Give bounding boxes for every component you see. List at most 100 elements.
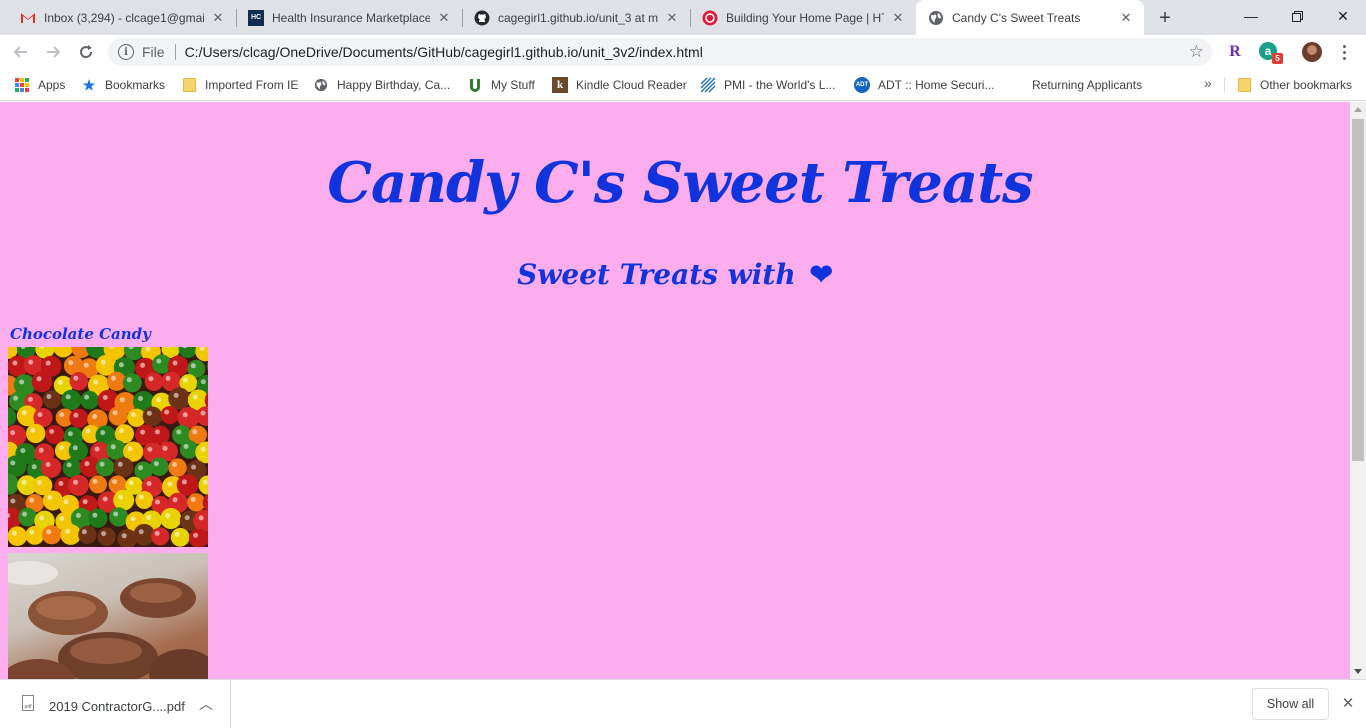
show-all-button[interactable]: Show all bbox=[1252, 688, 1329, 720]
menu-icon[interactable] bbox=[1336, 40, 1352, 64]
back-button[interactable] bbox=[9, 40, 33, 64]
bookmark-kindle[interactable]: k Kindle Cloud Reader bbox=[552, 75, 687, 95]
candy-highlight bbox=[200, 410, 206, 416]
address-divider bbox=[174, 44, 176, 60]
close-icon[interactable]: ✕ bbox=[436, 10, 452, 26]
minimize-button[interactable]: — bbox=[1228, 0, 1274, 32]
download-item[interactable]: pdf 2019 ContractorG....pdf ︿ bbox=[0, 680, 231, 728]
candy-highlight bbox=[172, 360, 178, 366]
profile-avatar[interactable] bbox=[1302, 42, 1322, 62]
bookmark-label: PMI - the World's L... bbox=[724, 78, 836, 92]
bookmark-bookmarks[interactable]: ★ Bookmarks bbox=[81, 75, 165, 95]
candy-highlight bbox=[12, 360, 18, 366]
candy-piece bbox=[142, 406, 163, 427]
chevron-up-icon[interactable]: ︿ bbox=[199, 694, 213, 714]
page-subtitle: Sweet Treats with ❤ bbox=[0, 258, 1350, 291]
tab-course[interactable]: Building Your Home Page | HTML ✕ bbox=[690, 0, 916, 35]
candy-piece bbox=[151, 425, 170, 445]
candy-highlight bbox=[153, 461, 159, 467]
address-url[interactable]: C:/Users/clcag/OneDrive/Documents/GitHub… bbox=[185, 44, 703, 60]
candy-highlight bbox=[131, 412, 136, 418]
candy-highlight bbox=[29, 497, 35, 503]
vertical-scrollbar[interactable] bbox=[1350, 102, 1366, 679]
candy-highlight bbox=[182, 412, 188, 418]
extension-a-icon[interactable]: a 5 bbox=[1259, 42, 1283, 64]
bookmark-adt[interactable]: ADT ADT :: Home Securi... bbox=[854, 75, 994, 95]
candy-highlight bbox=[101, 531, 107, 537]
forward-button[interactable] bbox=[41, 40, 65, 64]
candy-highlight bbox=[45, 462, 51, 467]
candy-highlight bbox=[172, 462, 178, 468]
candy-highlight bbox=[154, 530, 160, 536]
candy-piece bbox=[168, 458, 187, 477]
candy-highlight bbox=[29, 529, 35, 535]
tab-gmail[interactable]: Inbox (3,294) - clcage1@gmail.com ✕ bbox=[8, 0, 236, 35]
candy-highlight bbox=[121, 533, 127, 539]
more-bookmarks-icon[interactable]: » bbox=[1204, 75, 1212, 91]
candy-highlight bbox=[57, 379, 63, 385]
bookmark-label: Bookmarks bbox=[105, 78, 166, 92]
candy-piece bbox=[89, 475, 107, 494]
candy-piece bbox=[78, 525, 97, 544]
info-icon[interactable]: i bbox=[118, 44, 134, 60]
bookmark-returning-applicants[interactable]: Returning Applicants bbox=[1032, 75, 1142, 95]
candy-highlight bbox=[127, 446, 133, 452]
tab-title: Inbox (3,294) - clcage1@gmail.com bbox=[44, 10, 204, 25]
candy-highlight bbox=[22, 511, 27, 517]
candy-highlight bbox=[176, 429, 182, 435]
candy-highlight bbox=[73, 479, 78, 485]
toolbar: i File C:/Users/clcag/OneDrive/Documents… bbox=[0, 35, 1366, 69]
reload-button[interactable] bbox=[74, 40, 98, 64]
candy-piece bbox=[8, 526, 28, 546]
candy-highlight bbox=[20, 448, 26, 454]
candy-piece bbox=[40, 457, 62, 478]
bookmark-star-icon[interactable]: ☆ bbox=[1189, 42, 1204, 62]
candy-highlight bbox=[66, 462, 72, 468]
candy-highlight bbox=[111, 375, 116, 381]
bookmark-happy-birthday[interactable]: Happy Birthday, Ca... bbox=[313, 75, 450, 95]
globe-icon bbox=[313, 77, 329, 93]
candy-highlight bbox=[191, 464, 197, 470]
candy-piece bbox=[160, 507, 182, 530]
candy-highlight bbox=[13, 395, 19, 401]
candy-highlight bbox=[119, 397, 125, 403]
close-icon[interactable]: ✕ bbox=[890, 10, 906, 26]
bookmark-my-stuff[interactable]: My Stuff bbox=[467, 75, 535, 95]
candy-highlight bbox=[182, 377, 188, 383]
bookmark-other-bookmarks[interactable]: Other bookmarks bbox=[1236, 75, 1352, 95]
tab-candy-treats[interactable]: Candy C's Sweet Treats ✕ bbox=[916, 0, 1144, 35]
bookmark-apps[interactable]: Apps bbox=[14, 75, 65, 95]
candy-highlight bbox=[146, 410, 152, 416]
candy-highlight bbox=[112, 410, 118, 416]
close-icon[interactable]: ✕ bbox=[210, 10, 226, 26]
scrollbar-thumb[interactable] bbox=[1352, 119, 1364, 461]
candy-highlight bbox=[126, 377, 132, 383]
candy-highlight bbox=[46, 529, 52, 535]
close-icon[interactable]: ✕ bbox=[664, 10, 680, 26]
candy-highlight bbox=[138, 494, 144, 500]
restore-button[interactable] bbox=[1274, 0, 1320, 32]
bookmark-imported-from-ie[interactable]: Imported From IE bbox=[181, 75, 298, 95]
extension-r-icon[interactable]: R bbox=[1225, 42, 1245, 62]
candy-piece bbox=[80, 390, 99, 410]
page-title: Candy C's Sweet Treats bbox=[327, 150, 1033, 216]
close-icon[interactable]: ✕ bbox=[1118, 10, 1134, 26]
candy-highlight bbox=[154, 429, 160, 435]
close-icon[interactable]: ✕ bbox=[1338, 693, 1358, 713]
star-icon: ★ bbox=[82, 76, 96, 93]
tab-github[interactable]: cagegirl1.github.io/unit_3 at master ✕ bbox=[462, 0, 690, 35]
bookmark-label: My Stuff bbox=[491, 78, 535, 92]
candy-piece bbox=[45, 425, 65, 444]
candy-highlight bbox=[174, 531, 180, 537]
candy-piece bbox=[62, 458, 82, 478]
candy-highlight bbox=[47, 495, 53, 500]
bookmark-pmi[interactable]: PMI - the World's L... bbox=[700, 75, 835, 95]
candy-highlight bbox=[113, 511, 119, 517]
close-window-button[interactable]: ✕ bbox=[1320, 0, 1366, 32]
scroll-down-icon[interactable] bbox=[1354, 669, 1362, 674]
address-bar[interactable]: i File C:/Users/clcag/OneDrive/Documents… bbox=[108, 38, 1212, 66]
candy-highlight bbox=[102, 395, 108, 400]
scroll-up-icon[interactable] bbox=[1354, 107, 1362, 112]
tab-healthcare[interactable]: HC Health Insurance Marketplace ✕ bbox=[236, 0, 462, 35]
new-tab-button[interactable]: + bbox=[1153, 6, 1177, 30]
